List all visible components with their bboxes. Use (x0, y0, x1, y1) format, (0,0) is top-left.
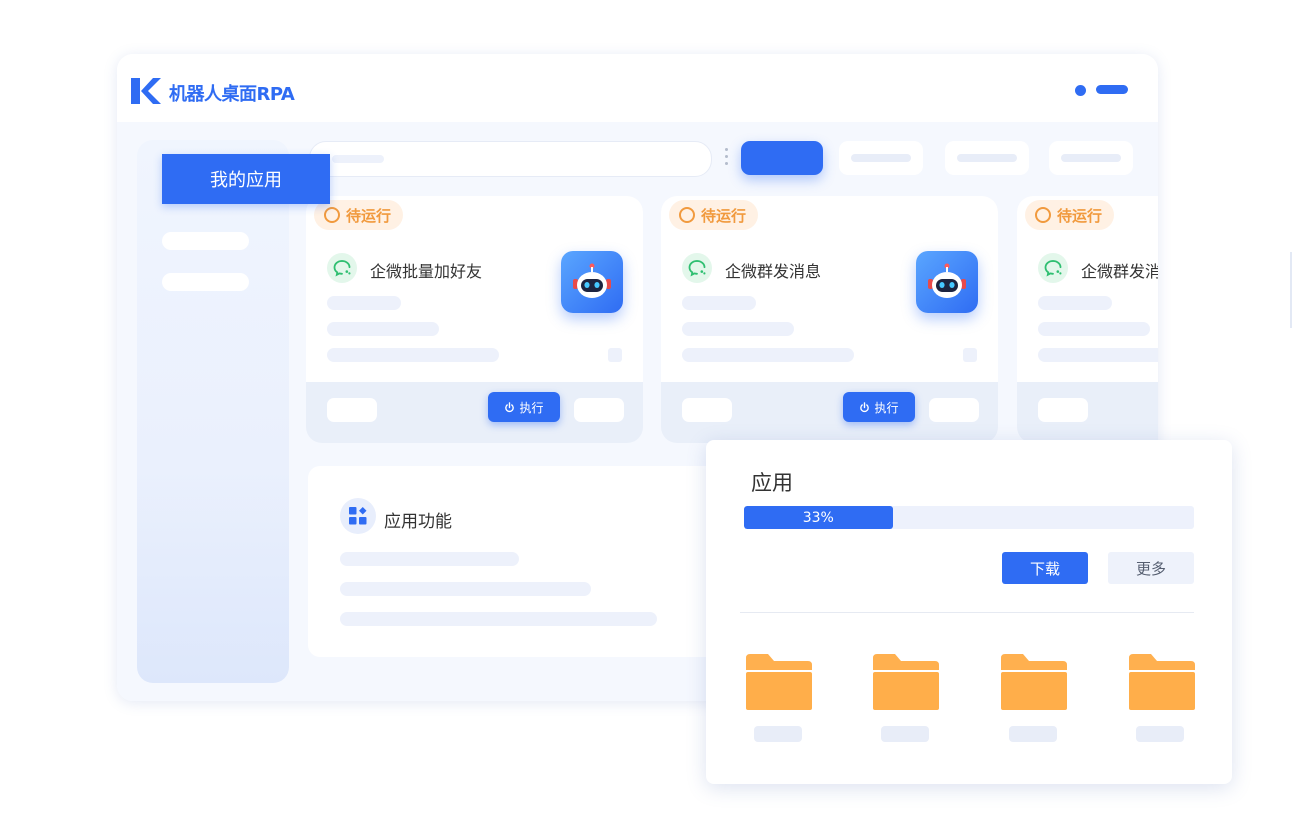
folder-icon[interactable] (746, 654, 812, 710)
folder-icon[interactable] (1129, 654, 1195, 710)
run-button[interactable]: 执行 (843, 392, 915, 422)
wechat-icon (682, 253, 712, 283)
status-badge: 待运行 (669, 200, 759, 230)
download-button[interactable]: 下载 (1002, 552, 1088, 584)
status-ring-icon (324, 207, 340, 223)
task-name: 企微群发消息 (725, 262, 822, 281)
sidebar-item-placeholder[interactable] (162, 273, 249, 291)
checkbox-placeholder[interactable] (963, 348, 977, 362)
status-label: 待运行 (701, 206, 747, 225)
text-placeholder (327, 296, 401, 310)
progress-bar: 33% (744, 506, 1194, 529)
divider (740, 612, 1194, 613)
run-button-label: 执行 (519, 400, 544, 415)
features-title: 应用功能 (384, 512, 452, 532)
my-apps-button[interactable]: 我的应用 (162, 154, 330, 204)
footer-button-placeholder[interactable] (682, 398, 732, 422)
more-button[interactable]: 更多 (1108, 552, 1194, 584)
text-placeholder (1038, 322, 1150, 336)
robot-icon (916, 251, 978, 313)
task-card[interactable]: 待运行 企微群发消 (1017, 196, 1158, 443)
run-button-label: 执行 (874, 400, 899, 415)
app-title: 机器人桌面RPA (169, 84, 295, 105)
task-card[interactable]: 待运行 企微群发消息 执行 (661, 196, 998, 443)
text-placeholder (327, 348, 499, 362)
run-button[interactable]: 执行 (488, 392, 560, 422)
task-name: 企微群发消 (1081, 262, 1158, 281)
folder-label-placeholder (1009, 726, 1057, 742)
sidebar (137, 140, 289, 683)
k-logo-icon (131, 78, 161, 104)
toolbar-button[interactable] (1049, 141, 1133, 175)
status-ring-icon (1035, 207, 1051, 223)
task-card[interactable]: 待运行 企微批量加好友 执行 (306, 196, 643, 443)
user-name-placeholder[interactable] (1096, 85, 1128, 94)
features-card: 应用功能 (308, 466, 728, 657)
checkbox-placeholder[interactable] (608, 348, 622, 362)
search-input[interactable] (309, 141, 712, 177)
status-ring-icon (679, 207, 695, 223)
text-placeholder (682, 296, 756, 310)
primary-toolbar-button[interactable] (741, 141, 823, 175)
folder-icon[interactable] (1001, 654, 1067, 710)
toolbar-button[interactable] (839, 141, 923, 175)
power-icon (505, 401, 515, 412)
status-badge: 待运行 (1025, 200, 1115, 230)
text-placeholder (327, 322, 439, 336)
grid-icon (340, 498, 376, 534)
robot-icon (561, 251, 623, 313)
text-placeholder (340, 552, 519, 566)
sidebar-item-placeholder[interactable] (162, 232, 249, 250)
avatar[interactable] (1075, 85, 1086, 96)
footer-button-placeholder[interactable] (327, 398, 377, 422)
wechat-icon (327, 253, 357, 283)
status-label: 待运行 (346, 206, 392, 225)
text-placeholder (682, 348, 854, 362)
search-placeholder (332, 155, 384, 163)
status-label: 待运行 (1057, 206, 1103, 225)
footer-button-placeholder[interactable] (574, 398, 624, 422)
task-name: 企微批量加好友 (370, 262, 483, 281)
text-placeholder (340, 612, 657, 626)
dialog-title: 应用 (751, 471, 793, 495)
folder-label-placeholder (881, 726, 929, 742)
folder-icon[interactable] (873, 654, 939, 710)
text-placeholder (682, 322, 794, 336)
download-dialog: 应用 33% 下载 更多 (706, 440, 1232, 784)
power-icon (860, 401, 870, 412)
top-bar: 机器人桌面RPA (117, 54, 1158, 122)
text-placeholder (340, 582, 591, 596)
more-vertical-icon[interactable] (725, 148, 729, 170)
footer-button-placeholder[interactable] (1038, 398, 1088, 422)
text-placeholder (1038, 348, 1158, 362)
status-badge: 待运行 (314, 200, 404, 230)
text-placeholder (1038, 296, 1112, 310)
toolbar-button[interactable] (945, 141, 1029, 175)
folder-label-placeholder (754, 726, 802, 742)
progress-fill: 33% (744, 506, 893, 529)
wechat-icon (1038, 253, 1068, 283)
footer-button-placeholder[interactable] (929, 398, 979, 422)
folder-label-placeholder (1136, 726, 1184, 742)
